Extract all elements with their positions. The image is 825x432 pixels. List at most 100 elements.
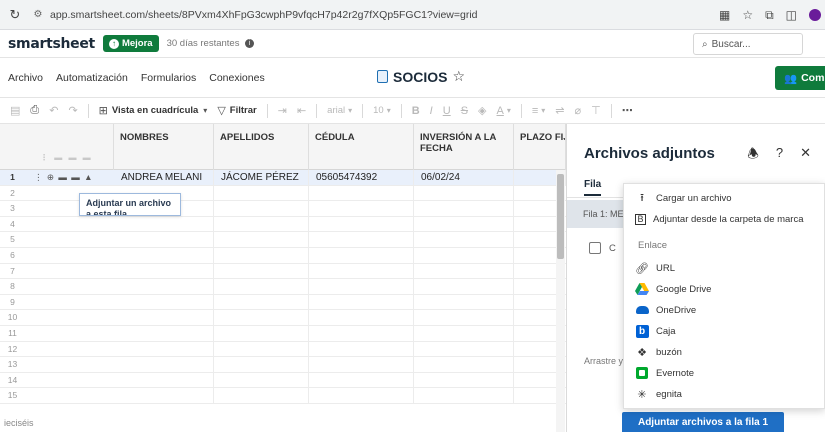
chevron-down-icon[interactable]: ▾ [203,106,207,115]
table-row[interactable]: 13 [0,357,566,373]
cell-cedula[interactable] [309,294,414,310]
table-row[interactable]: 11 [0,326,566,342]
menu-item-box[interactable]: b Caja [624,321,825,341]
cell-cedula[interactable] [309,263,414,279]
font-size-select[interactable]: 10 [373,105,384,116]
table-row[interactable]: 7 [0,263,566,280]
site-settings-icon[interactable]: ⚙ [30,9,46,20]
table-row[interactable]: 4 [0,216,566,233]
sheet-name[interactable]: SOCIOS [393,69,447,85]
italic-icon[interactable]: I [430,105,433,117]
cell-cedula[interactable] [309,310,414,325]
url-text[interactable]: app.smartsheet.com/sheets/8PVxm4XhFpG3cw… [50,9,478,21]
table-row[interactable]: 12 [0,341,566,358]
extensions-icon[interactable]: ⧉ [765,8,774,23]
cell-nombres[interactable] [114,372,214,388]
cell-inversion[interactable] [414,232,514,247]
table-row[interactable]: 6 [0,248,566,264]
format-painter-icon[interactable]: ⊤ [591,104,601,117]
cell-apellidos[interactable] [214,326,309,341]
chevron-down-icon[interactable]: ▾ [348,106,352,115]
cell-apellidos[interactable] [214,232,309,247]
cell-apellidos[interactable] [214,310,309,325]
menu-item-onedrive[interactable]: OneDrive [624,300,825,320]
row-action-icons[interactable]: ⋮ ⊕ ▬ ▬ ▲ [34,170,93,185]
cell-nombres[interactable] [114,232,214,247]
cell-cedula[interactable] [309,279,414,294]
align-icon[interactable]: ≡ [532,105,538,117]
cell-inversion[interactable] [414,310,514,325]
cell-apellidos[interactable] [214,263,309,279]
cell-cedula[interactable] [309,185,414,201]
column-header-cedula[interactable]: CÉDULA [309,124,414,170]
cell-apellidos[interactable]: JÁCOME PÉREZ [214,170,309,185]
underline-icon[interactable]: U [443,105,451,117]
menu-archivo[interactable]: Archivo [8,72,43,84]
menu-formularios[interactable]: Formularios [141,72,196,84]
cell-apellidos[interactable] [214,388,309,403]
info-icon[interactable]: i [245,38,255,48]
chevron-down-icon[interactable]: ▾ [541,106,545,115]
table-row[interactable]: 9 [0,294,566,311]
help-icon[interactable]: ? [776,145,783,167]
cell-apellidos[interactable] [214,372,309,388]
cell-cedula[interactable] [309,232,414,247]
cell-inversion[interactable] [414,341,514,357]
cell-inversion[interactable] [414,263,514,279]
table-row[interactable]: 15 [0,388,566,404]
chevron-down-icon[interactable]: ▾ [387,106,391,115]
menu-item-url[interactable]: 🔗︎ URL [624,258,825,278]
strikethrough-icon[interactable]: S [461,105,468,117]
table-row[interactable]: 10 [0,310,566,326]
fill-color-icon[interactable]: ◈ [478,104,486,117]
menu-conexiones[interactable]: Conexiones [209,72,264,84]
cell-nombres[interactable] [114,388,214,403]
cell-nombres[interactable] [114,263,214,279]
cell-cedula[interactable] [309,341,414,357]
bookmark-star-icon[interactable]: ☆ [742,8,753,22]
cell-cedula[interactable] [309,326,414,341]
table-row[interactable]: 14 [0,372,566,389]
cell-nombres[interactable] [114,310,214,325]
menu-automatizacion[interactable]: Automatización [56,72,128,84]
smartsheet-logo[interactable]: smartsheet [8,36,95,52]
filter-button[interactable]: Filtrar [230,105,257,116]
cell-cedula[interactable]: 05605474392 [309,170,414,185]
chevron-down-icon[interactable]: ▾ [507,106,511,115]
sidebar-toggle-icon[interactable]: ◫ [786,8,797,22]
cell-cedula[interactable] [309,357,414,372]
column-header-inversion[interactable]: INVERSIÓN A LA FECHA [414,124,514,170]
cell-inversion[interactable] [414,185,514,201]
menu-item-egnyte[interactable]: ✳ egnita [624,384,825,404]
redo-icon[interactable]: ↷ [68,104,77,117]
bold-icon[interactable]: B [412,105,420,117]
select-all-checkbox[interactable] [589,242,601,254]
outdent-icon[interactable]: ⇤ [297,104,306,117]
cell-nombres[interactable] [114,248,214,263]
column-header-nombres[interactable]: NOMBRES [114,124,214,170]
reload-icon[interactable]: ↻ [4,7,26,23]
clear-format-icon[interactable]: ⌀ [575,104,582,117]
close-icon[interactable]: ✕ [800,145,811,167]
search-input[interactable]: ⌕ Buscar... [693,33,803,55]
cell-apellidos[interactable] [214,248,309,263]
grid-vertical-scrollbar[interactable] [556,170,565,432]
share-button[interactable]: 👥 Com [775,66,825,90]
cell-inversion[interactable] [414,201,514,216]
menu-item-dropbox[interactable]: ❖ buzón [624,342,825,362]
attach-files-button[interactable]: Adjuntar archivos a la fila 1 [622,412,784,432]
cell-inversion[interactable]: 06/02/24 [414,170,514,185]
announcement-icon[interactable]: 🕭 [747,145,759,167]
cell-nombres[interactable] [114,216,214,232]
cell-apellidos[interactable] [214,294,309,310]
cell-apellidos[interactable] [214,185,309,201]
print-icon[interactable]: ⎙ [30,104,39,117]
cell-inversion[interactable] [414,216,514,232]
cell-nombres[interactable] [114,341,214,357]
cell-apellidos[interactable] [214,279,309,294]
cell-nombres[interactable] [114,326,214,341]
cell-cedula[interactable] [309,372,414,388]
cell-cedula[interactable] [309,388,414,403]
menu-item-upload[interactable]: ⭱ Cargar un archivo [624,188,825,208]
column-header-plazo-fijo[interactable]: PLAZO FIJO [514,124,566,170]
